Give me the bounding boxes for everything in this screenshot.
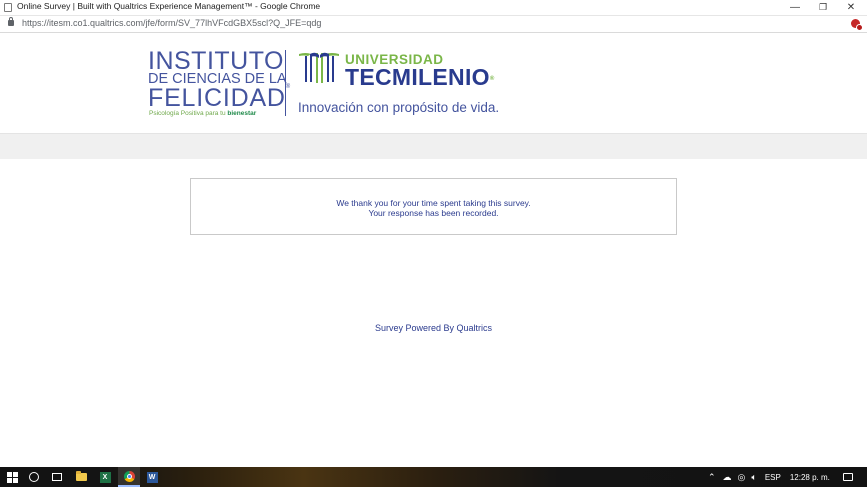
windows-icon	[6, 471, 18, 483]
task-view-icon	[52, 473, 62, 481]
thank-you-text: We thank you for your time spent taking …	[336, 198, 531, 208]
url-text[interactable]: https://itesm.co1.qualtrics.com/jfe/form…	[22, 18, 321, 28]
input-language[interactable]: ESP	[765, 473, 781, 482]
file-explorer-button[interactable]	[71, 467, 91, 487]
notifications-icon[interactable]	[842, 473, 853, 481]
clock[interactable]: 12:28 p. m.	[790, 473, 830, 482]
search-button[interactable]	[24, 467, 44, 487]
system-tray: ⌃ ☁ ◎ 🔈︎ ESP 12:28 p. m.	[708, 467, 853, 487]
excel-button[interactable]: X	[95, 467, 115, 487]
network-icon[interactable]: ◎	[738, 472, 746, 482]
window-title: Online Survey | Built with Qualtrics Exp…	[17, 1, 321, 11]
powered-by-qualtrics-link[interactable]: Survey Powered By Qualtrics	[0, 323, 867, 333]
start-button[interactable]	[2, 467, 22, 487]
logo-tecmilenio: TECMILENIO®	[345, 64, 495, 90]
show-hidden-icons-icon[interactable]: ⌃	[708, 472, 716, 482]
folder-icon	[75, 471, 87, 481]
word-icon: W	[146, 471, 158, 483]
chrome-button[interactable]	[118, 467, 140, 487]
task-view-button[interactable]	[47, 467, 67, 487]
header-band	[0, 133, 867, 159]
close-button[interactable]: ✕	[838, 0, 864, 15]
lock-icon[interactable]	[8, 17, 14, 26]
logo-slogan: Innovación con propósito de vida.	[298, 100, 500, 115]
window-title-bar: Online Survey | Built with Qualtrics Exp…	[0, 0, 867, 16]
search-icon	[29, 472, 39, 482]
cloud-icon[interactable]: ☁	[723, 472, 732, 482]
logo-tagline: Psicología Positiva para tu bienestar	[149, 110, 257, 117]
tecmilenio-mark-icon	[299, 52, 339, 83]
volume-icon[interactable]: 🔈︎	[751, 472, 756, 482]
address-bar[interactable]: https://itesm.co1.qualtrics.com/jfe/form…	[0, 16, 867, 33]
taskbar: X W ⌃ ☁ ◎ 🔈︎ ESP 12:28 p. m.	[0, 467, 867, 487]
excel-icon: X	[99, 471, 111, 483]
extension-icon[interactable]	[851, 19, 863, 31]
registered-mark: ®	[489, 75, 495, 82]
response-recorded-text: Your response has been recorded.	[368, 207, 499, 218]
logo-line-felicidad: FELICIDAD®	[148, 84, 292, 112]
registered-mark: ®	[285, 84, 292, 90]
page-icon	[4, 3, 12, 12]
thank-you-message-box: We thank you for your time spent taking …	[190, 178, 677, 235]
chrome-icon	[123, 470, 135, 482]
minimize-button[interactable]: —	[782, 0, 808, 15]
restore-button[interactable]: ❐	[810, 0, 836, 15]
logo-divider	[285, 50, 286, 116]
instituto-felicidad-logo: INSTITUTO DE CIENCIAS DE LA FELICIDAD® P…	[148, 47, 290, 120]
word-button[interactable]: W	[142, 467, 162, 487]
